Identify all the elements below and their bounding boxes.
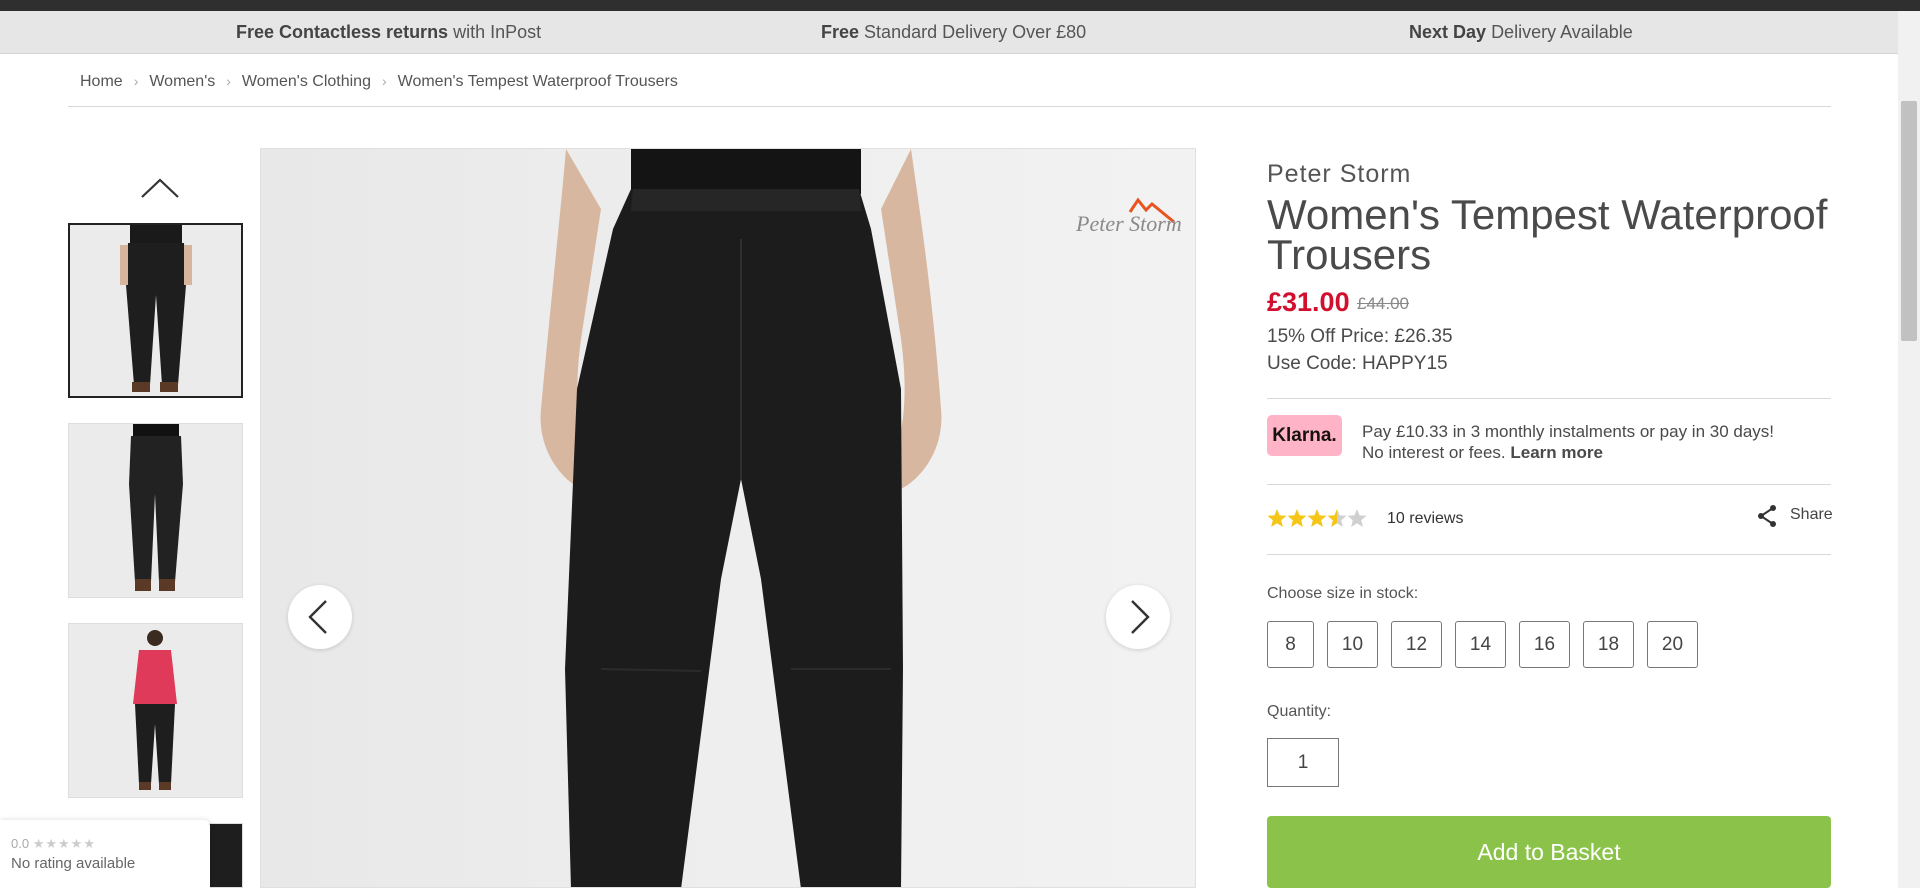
size-option-8[interactable]: 8: [1267, 621, 1314, 668]
was-price: £44.00: [1357, 294, 1409, 313]
promo-delivery-text: Standard Delivery Over £80: [864, 22, 1087, 42]
thumbnail-2[interactable]: [68, 423, 243, 598]
top-dark-bar: [0, 0, 1920, 11]
promo-banner: Free Contactless returns with InPost Fre…: [0, 11, 1898, 54]
size-option-16[interactable]: 16: [1519, 621, 1570, 668]
chevron-right-icon: [1131, 600, 1150, 634]
rating-widget-stars-icon: ★★★★★: [32, 836, 96, 851]
size-option-18[interactable]: 18: [1583, 621, 1634, 668]
klarna-learn-more-link[interactable]: Learn more: [1510, 443, 1603, 462]
chevron-up-icon[interactable]: [140, 176, 180, 200]
klarna-line-1: Pay £10.33 in 3 monthly instalments or p…: [1362, 422, 1775, 441]
star-rating-icon: [1267, 509, 1367, 527]
breadcrumb-current: Women's Tempest Waterproof Trousers: [397, 73, 678, 90]
klarna-message: Pay £10.33 in 3 monthly instalments or p…: [1362, 421, 1822, 463]
size-option-14[interactable]: 14: [1455, 621, 1506, 668]
rating-widget[interactable]: 0.0 ★★★★★ No rating available: [0, 820, 210, 888]
share-button[interactable]: Share: [1790, 506, 1833, 524]
rating-widget-text: No rating available: [11, 855, 136, 872]
thumbnail-3[interactable]: [68, 623, 243, 798]
promo-returns[interactable]: Free Contactless returns with InPost: [236, 11, 541, 54]
divider: [1267, 554, 1831, 555]
promo-nextday[interactable]: Next Day Delivery Available: [1409, 11, 1633, 54]
promo-nextday-text: Delivery Available: [1491, 22, 1633, 42]
share-icon[interactable]: [1756, 504, 1778, 528]
prev-image-button[interactable]: [288, 585, 352, 649]
promo-code: Use Code: HAPPY15: [1267, 353, 1448, 374]
promo-returns-text: with InPost: [453, 22, 542, 42]
chevron-right-icon: ›: [133, 73, 139, 89]
thumbnail-trousers-front: [70, 225, 241, 396]
promo-returns-bold: Free Contactless returns: [236, 22, 449, 42]
size-label: Choose size in stock:: [1267, 585, 1419, 602]
divider: [1267, 484, 1831, 485]
quantity-input[interactable]: 1: [1267, 738, 1339, 787]
rating-widget-score: 0.0 ★★★★★: [11, 836, 96, 852]
klarna-logo: Klarna.: [1267, 415, 1342, 456]
promo-delivery-bold: Free: [821, 22, 860, 42]
size-option-12[interactable]: 12: [1391, 621, 1442, 668]
thumbnail-trousers-back: [69, 424, 242, 597]
breadcrumb-divider: [68, 106, 1831, 107]
next-image-button[interactable]: [1106, 585, 1170, 649]
divider: [1267, 398, 1831, 399]
thumbnail-1[interactable]: [68, 223, 243, 398]
chevron-right-icon: ›: [381, 73, 387, 89]
promo-delivery[interactable]: Free Standard Delivery Over £80: [821, 11, 1086, 54]
size-option-10[interactable]: 10: [1327, 621, 1378, 668]
page-scrollbar[interactable]: [1898, 11, 1920, 888]
quantity-label: Quantity:: [1267, 703, 1332, 720]
add-to-basket-button[interactable]: Add to Basket: [1267, 816, 1831, 888]
chevron-left-icon: [308, 600, 327, 634]
promo-nextday-bold: Next Day: [1409, 22, 1487, 42]
breadcrumb-womens-clothing[interactable]: Women's Clothing: [242, 73, 371, 90]
offer-price: 15% Off Price: £26.35: [1267, 326, 1453, 347]
star-rating[interactable]: [1267, 506, 1367, 535]
klarna-line-2: No interest or fees.: [1362, 443, 1506, 462]
rating-widget-score-value: 0.0: [11, 836, 30, 851]
thumbnail-model-red-top: [69, 624, 242, 797]
scrollbar-thumb[interactable]: [1901, 101, 1917, 341]
size-option-20[interactable]: 20: [1647, 621, 1698, 668]
main-product-image[interactable]: Peter Storm: [260, 148, 1196, 888]
product-price: £31.00: [1267, 287, 1350, 317]
breadcrumb: Home › Women's › Women's Clothing › Women's Te…: [80, 73, 678, 91]
chevron-right-icon: ›: [226, 73, 231, 89]
breadcrumb-home[interactable]: Home: [80, 73, 123, 90]
peter-storm-logo-text: Peter Storm: [1076, 211, 1182, 236]
reviews-link[interactable]: 10 reviews: [1387, 510, 1463, 528]
product-title: Women's Tempest Waterproof Trousers: [1267, 191, 1828, 278]
product-brand[interactable]: Peter Storm: [1267, 160, 1411, 189]
product-photo-trousers: [540, 149, 942, 887]
breadcrumb-womens[interactable]: Women's: [149, 73, 215, 90]
